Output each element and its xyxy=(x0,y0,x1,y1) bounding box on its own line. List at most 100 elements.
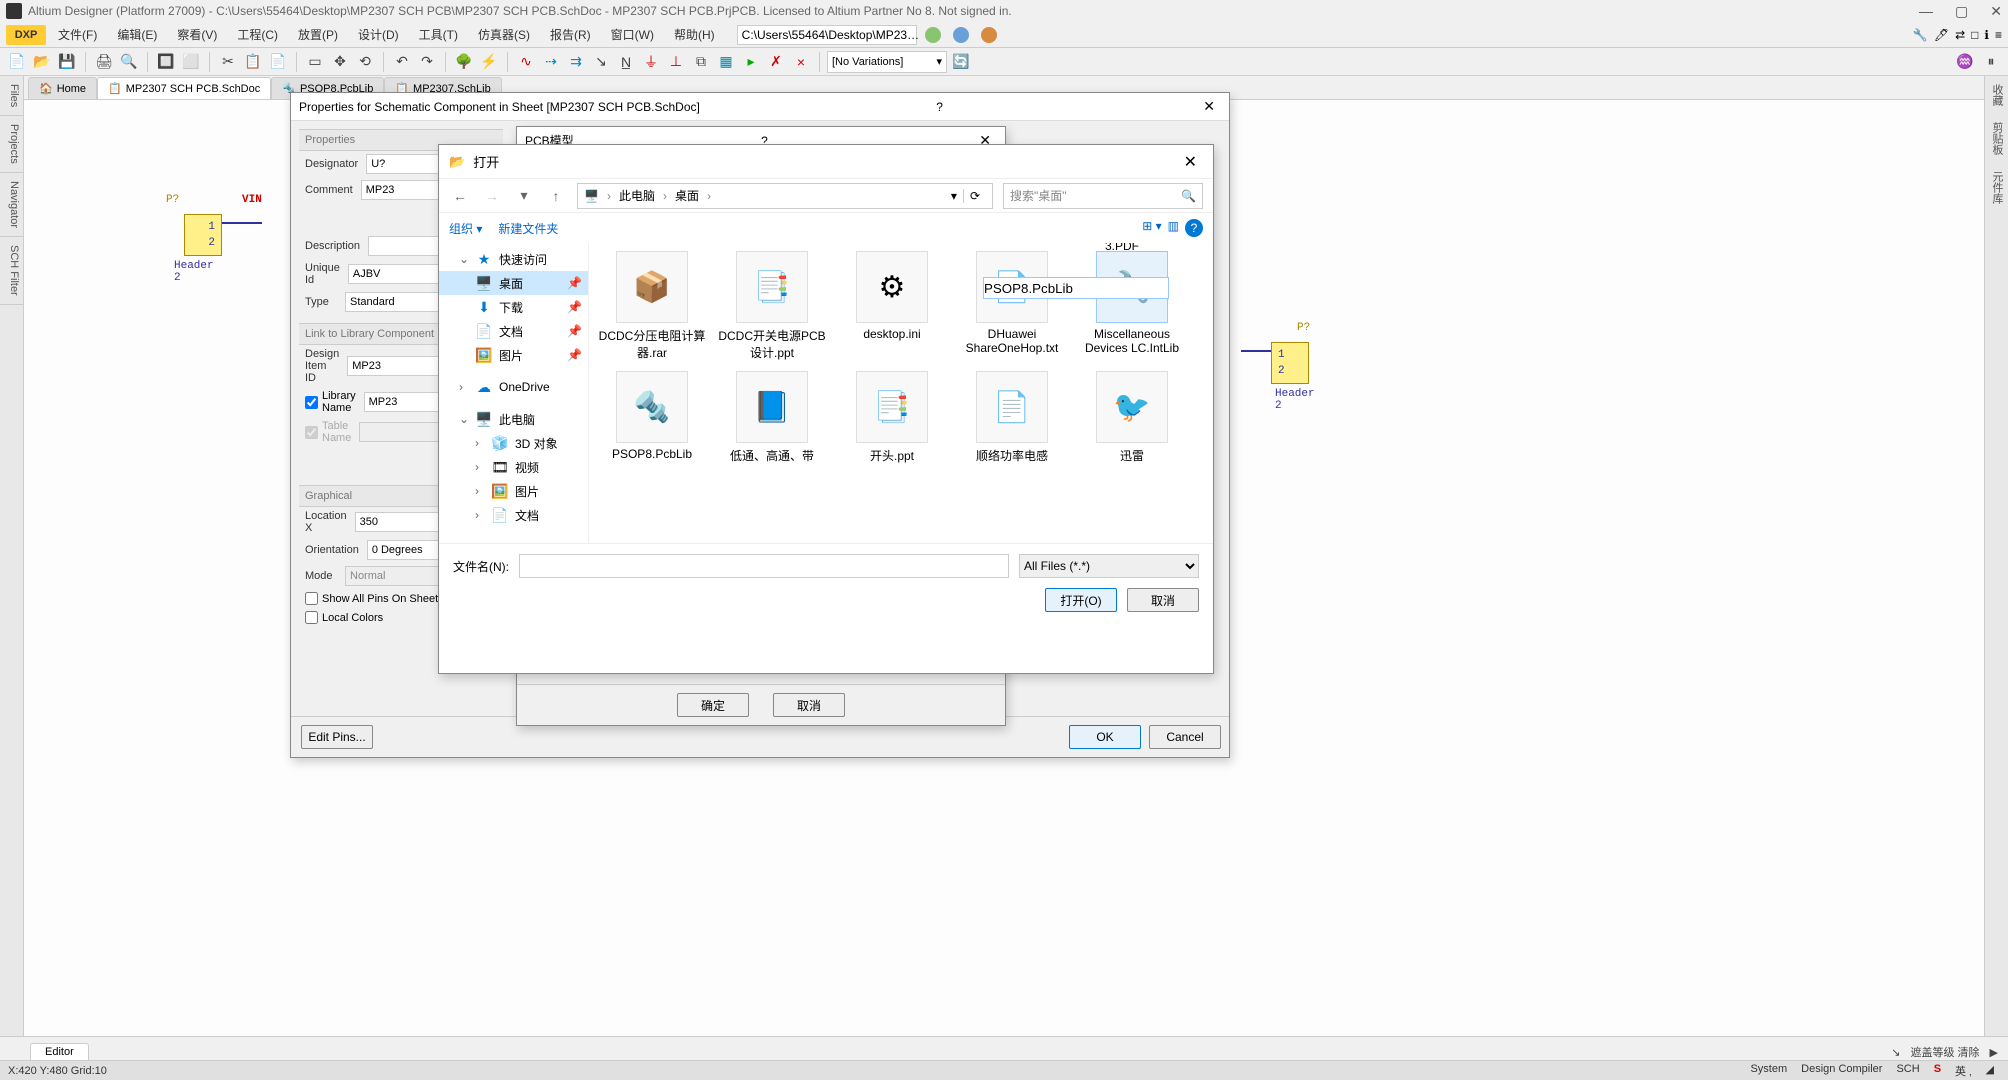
new-icon[interactable]: 📄 xyxy=(6,51,28,73)
file-item-ppt1[interactable]: 📑DCDC开关电源PCB设计.ppt xyxy=(717,251,827,361)
junction-icon[interactable]: × xyxy=(790,51,812,73)
help-button[interactable]: ? xyxy=(936,100,961,114)
tab-navigator[interactable]: Navigator xyxy=(0,173,23,237)
close-properties-button[interactable]: ✕ xyxy=(1197,98,1221,115)
view-mode-button[interactable]: ⊞ ▾ xyxy=(1142,219,1161,237)
local-colors-check[interactable] xyxy=(305,611,318,624)
preview-pane-button[interactable]: ▥ xyxy=(1168,219,1179,237)
tree-onedrive[interactable]: ›☁OneDrive xyxy=(439,375,588,399)
tree-3d-objects[interactable]: ›🧊3D 对象 xyxy=(439,431,588,455)
netlist-icon[interactable]: ∿ xyxy=(515,51,537,73)
tab-libraries[interactable]: 元件库 xyxy=(1985,163,2008,212)
tree-documents[interactable]: 📄文档📌 xyxy=(439,319,588,343)
move-icon[interactable]: ✥ xyxy=(329,51,351,73)
toolbar-right-1[interactable]: 🔧 xyxy=(1913,28,1928,42)
status-design-compiler[interactable]: Design Compiler xyxy=(1801,1063,1882,1079)
noerc-icon[interactable]: ✗ xyxy=(765,51,787,73)
show-all-pins-check[interactable] xyxy=(305,592,318,605)
file-filter-select[interactable]: All Files (*.*) xyxy=(1019,554,1199,578)
tree-pictures[interactable]: 🖼️图片📌 xyxy=(439,343,588,367)
filename-input[interactable] xyxy=(519,554,1009,578)
toolbar-right-5[interactable]: ℹ xyxy=(1984,28,1989,42)
file-open-button[interactable]: 打开(O) xyxy=(1045,588,1117,612)
nav-recent-button[interactable]: ▾ xyxy=(513,185,535,207)
file-item-desktop-ini[interactable]: ⚙desktop.ini xyxy=(837,251,947,361)
toolbar-right-4[interactable]: □ xyxy=(1971,28,1978,42)
file-grid[interactable]: 3.PDF 📦DCDC分压电阻计算器.rar 📑DCDC开关电源PCB设计.pp… xyxy=(589,243,1213,543)
next-icon[interactable]: ▶ xyxy=(1990,1046,1998,1059)
close-file-dialog-button[interactable]: ✕ xyxy=(1178,148,1203,176)
menu-view[interactable]: 察看(V) xyxy=(169,24,225,45)
select-icon[interactable]: ▭ xyxy=(304,51,326,73)
tab-home[interactable]: 🏠Home xyxy=(28,77,97,99)
menu-dropdown-1[interactable] xyxy=(925,27,941,43)
power-gnd-icon[interactable]: ⊥ xyxy=(665,51,687,73)
props-ok-button[interactable]: OK xyxy=(1069,725,1141,749)
pcb-cancel-button[interactable]: 取消 xyxy=(773,693,845,717)
file-item-rar[interactable]: 📦DCDC分压电阻计算器.rar xyxy=(597,251,707,361)
variations-dropdown[interactable]: [No Variations]▾ xyxy=(827,51,947,73)
nav-refresh-button[interactable]: ⟳ xyxy=(963,189,986,203)
status-system[interactable]: System xyxy=(1750,1063,1787,1079)
fit-icon[interactable]: ⬜ xyxy=(180,51,202,73)
tree-pictures-2[interactable]: ›🖼️图片 xyxy=(439,479,588,503)
cut-icon[interactable]: ✂ xyxy=(217,51,239,73)
file-cancel-button[interactable]: 取消 xyxy=(1127,588,1199,612)
tab-files[interactable]: Files xyxy=(0,76,23,116)
minimize-button[interactable]: — xyxy=(1919,3,1933,20)
copy-icon[interactable]: 📋 xyxy=(242,51,264,73)
tab-sch-filter[interactable]: SCH Filter xyxy=(0,237,23,305)
redo-icon[interactable]: ↷ xyxy=(416,51,438,73)
tab-favorites[interactable]: 收藏 xyxy=(1985,76,2008,114)
file-item-word[interactable]: 📘低通、高通、带 xyxy=(717,371,827,464)
tree-quick-access[interactable]: ⌄★快速访问 xyxy=(439,247,588,271)
menu-design[interactable]: 设计(D) xyxy=(350,24,407,45)
nav-up-button[interactable]: ↑ xyxy=(545,185,567,207)
file-item-ppt2[interactable]: 📑开头.ppt xyxy=(837,371,947,464)
print-icon[interactable]: 🖨 xyxy=(93,51,115,73)
cursor-icon[interactable]: ↘ xyxy=(1891,1046,1900,1059)
paste-icon[interactable]: 📄 xyxy=(267,51,289,73)
menu-window[interactable]: 窗口(W) xyxy=(603,24,662,45)
maximize-button[interactable]: ▢ xyxy=(1955,3,1968,20)
component-header2-right[interactable]: P? 1 2 Header 2 xyxy=(1249,328,1309,384)
tab-schdoc[interactable]: 📋MP2307 SCH PCB.SchDoc xyxy=(97,77,271,99)
libname-check[interactable] xyxy=(305,396,318,409)
toolbar-right-2[interactable]: 🖊 xyxy=(1934,28,1949,42)
file-item-intlib[interactable]: 🔧Miscellaneous Devices LC.IntLib xyxy=(1077,251,1187,361)
breadcrumb-0[interactable]: 此电脑 xyxy=(619,187,655,204)
close-window-button[interactable]: ✕ xyxy=(1990,3,2002,20)
file-item-inductor[interactable]: 📄顺络功率电感 xyxy=(957,371,1067,464)
nav-forward-button[interactable]: → xyxy=(481,185,503,207)
zoom-area-icon[interactable]: 🔲 xyxy=(155,51,177,73)
edit-pins-button[interactable]: Edit Pins... xyxy=(301,725,373,749)
organize-button[interactable]: 组织 ▾ xyxy=(449,220,482,237)
breadcrumb-dropdown[interactable]: ▾ xyxy=(951,189,957,203)
file-help-button[interactable]: ? xyxy=(1185,219,1203,237)
nav-back-button[interactable]: ← xyxy=(449,185,471,207)
tree-downloads[interactable]: ⬇下载📌 xyxy=(439,295,588,319)
resize-grip-icon[interactable]: ◢ xyxy=(1986,1063,1994,1079)
rename-input[interactable] xyxy=(983,277,1169,299)
menu-tools[interactable]: 工具(T) xyxy=(411,24,466,45)
part-icon[interactable]: ⧉ xyxy=(690,51,712,73)
power-vcc-icon[interactable]: ⏚ xyxy=(640,51,662,73)
menu-dropdown-2[interactable] xyxy=(953,27,969,43)
netlabel-icon[interactable]: N̲ xyxy=(615,51,637,73)
tree-documents-2[interactable]: ›📄文档 xyxy=(439,503,588,527)
tree-desktop[interactable]: 🖥️桌面📌 xyxy=(439,271,588,295)
menu-report[interactable]: 报告(R) xyxy=(542,24,599,45)
menu-edit[interactable]: 编辑(E) xyxy=(109,24,165,45)
search-input[interactable]: 搜索"桌面" 🔍 xyxy=(1003,183,1203,209)
mask-level-label[interactable]: 遮盖等级 清除 xyxy=(1910,1044,1979,1060)
preview-icon[interactable]: 🔍 xyxy=(118,51,140,73)
menu-file[interactable]: 文件(F) xyxy=(50,24,105,45)
menu-help[interactable]: 帮助(H) xyxy=(666,24,723,45)
file-item-txt[interactable]: 📄DHuawei ShareOneHop.txt xyxy=(957,251,1067,361)
tab-clipboard[interactable]: 剪贴板 xyxy=(1985,114,2008,163)
breadcrumb-1[interactable]: 桌面 xyxy=(675,187,699,204)
ime-icon[interactable]: S xyxy=(1934,1063,1941,1079)
new-folder-button[interactable]: 新建文件夹 xyxy=(498,220,558,237)
toolbar-right-6[interactable]: ≡ xyxy=(1995,28,2002,42)
deselect-icon[interactable]: ⟲ xyxy=(354,51,376,73)
